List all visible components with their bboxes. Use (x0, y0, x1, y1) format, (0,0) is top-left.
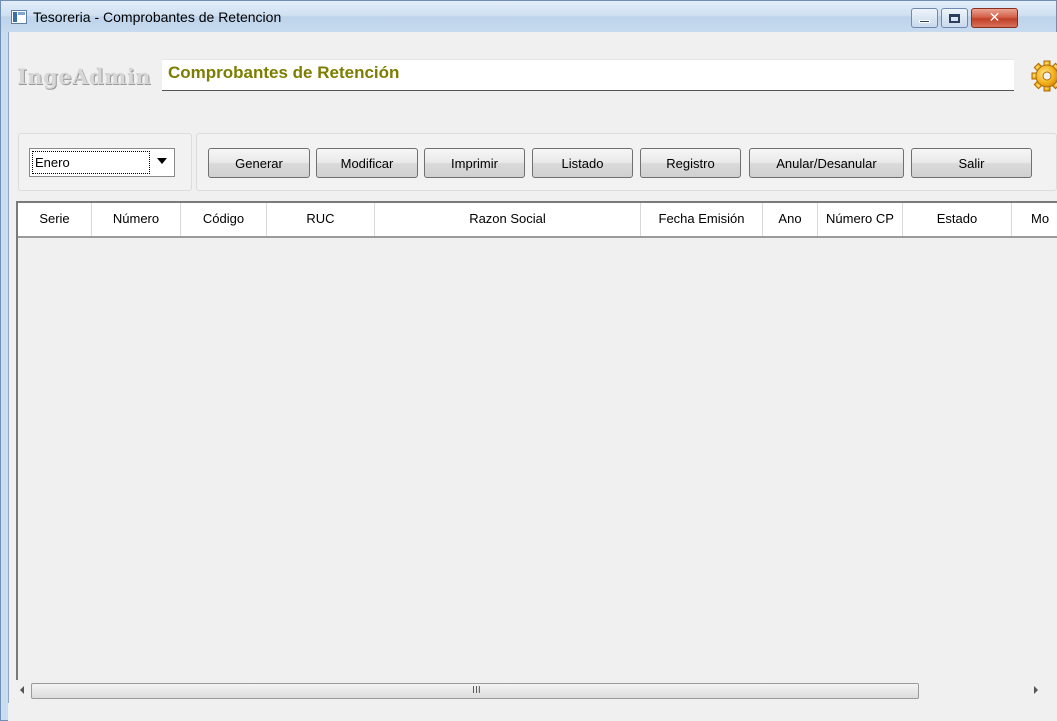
horizontal-scrollbar[interactable]: III (16, 680, 1057, 703)
scroll-right-icon[interactable] (1034, 686, 1038, 694)
generar-button[interactable]: Generar (208, 148, 310, 178)
scrollbar-grip: III (472, 685, 481, 696)
gear-icon (1031, 60, 1057, 92)
app-icon[interactable] (11, 10, 27, 24)
title-bar[interactable]: Tesoreria - Comprobantes de Retencion ✕ (1, 1, 1056, 33)
close-icon: ✕ (988, 10, 1001, 26)
anular-desanular-button[interactable]: Anular/Desanular (749, 148, 904, 178)
maximize-icon (949, 13, 960, 23)
retention-grid[interactable]: Serie Número Código RUC Razon Social Fec… (16, 201, 1057, 712)
scrollbar-thumb[interactable]: III (31, 683, 919, 699)
column-header-codigo[interactable]: Código (181, 203, 267, 236)
window-title: Tesoreria - Comprobantes de Retencion (33, 9, 282, 25)
brand-logo: IngeAdmin (17, 64, 152, 89)
registro-button[interactable]: Registro (640, 148, 741, 178)
month-select[interactable]: Enero (29, 148, 175, 177)
column-header-ruc[interactable]: RUC (267, 203, 375, 236)
modificar-button[interactable]: Modificar (316, 148, 418, 178)
scroll-left-icon[interactable] (20, 686, 24, 694)
column-header-ano[interactable]: Ano (763, 203, 818, 236)
salir-button[interactable]: Salir (911, 148, 1032, 178)
grid-header: Serie Número Código RUC Razon Social Fec… (18, 203, 1057, 238)
column-header-numero-cp[interactable]: Número CP (818, 203, 903, 236)
minimize-button[interactable] (911, 8, 938, 28)
column-header-mo[interactable]: Mo (1012, 203, 1057, 236)
chevron-down-icon[interactable] (157, 158, 167, 164)
column-header-serie[interactable]: Serie (18, 203, 92, 236)
column-header-fecha-emision[interactable]: Fecha Emisión (641, 203, 763, 236)
header-title-field: Comprobantes de Retención (162, 59, 1014, 91)
page-title: Comprobantes de Retención (168, 63, 400, 82)
month-select-value: Enero (32, 151, 150, 174)
column-header-estado[interactable]: Estado (903, 203, 1012, 236)
minimize-icon (919, 19, 930, 23)
maximize-button[interactable] (941, 8, 968, 28)
listado-button[interactable]: Listado (532, 148, 633, 178)
imprimir-button[interactable]: Imprimir (424, 148, 525, 178)
column-header-razon-social[interactable]: Razon Social (375, 203, 641, 236)
close-button[interactable]: ✕ (971, 8, 1018, 28)
status-area (8, 703, 1057, 721)
column-header-numero[interactable]: Número (92, 203, 181, 236)
